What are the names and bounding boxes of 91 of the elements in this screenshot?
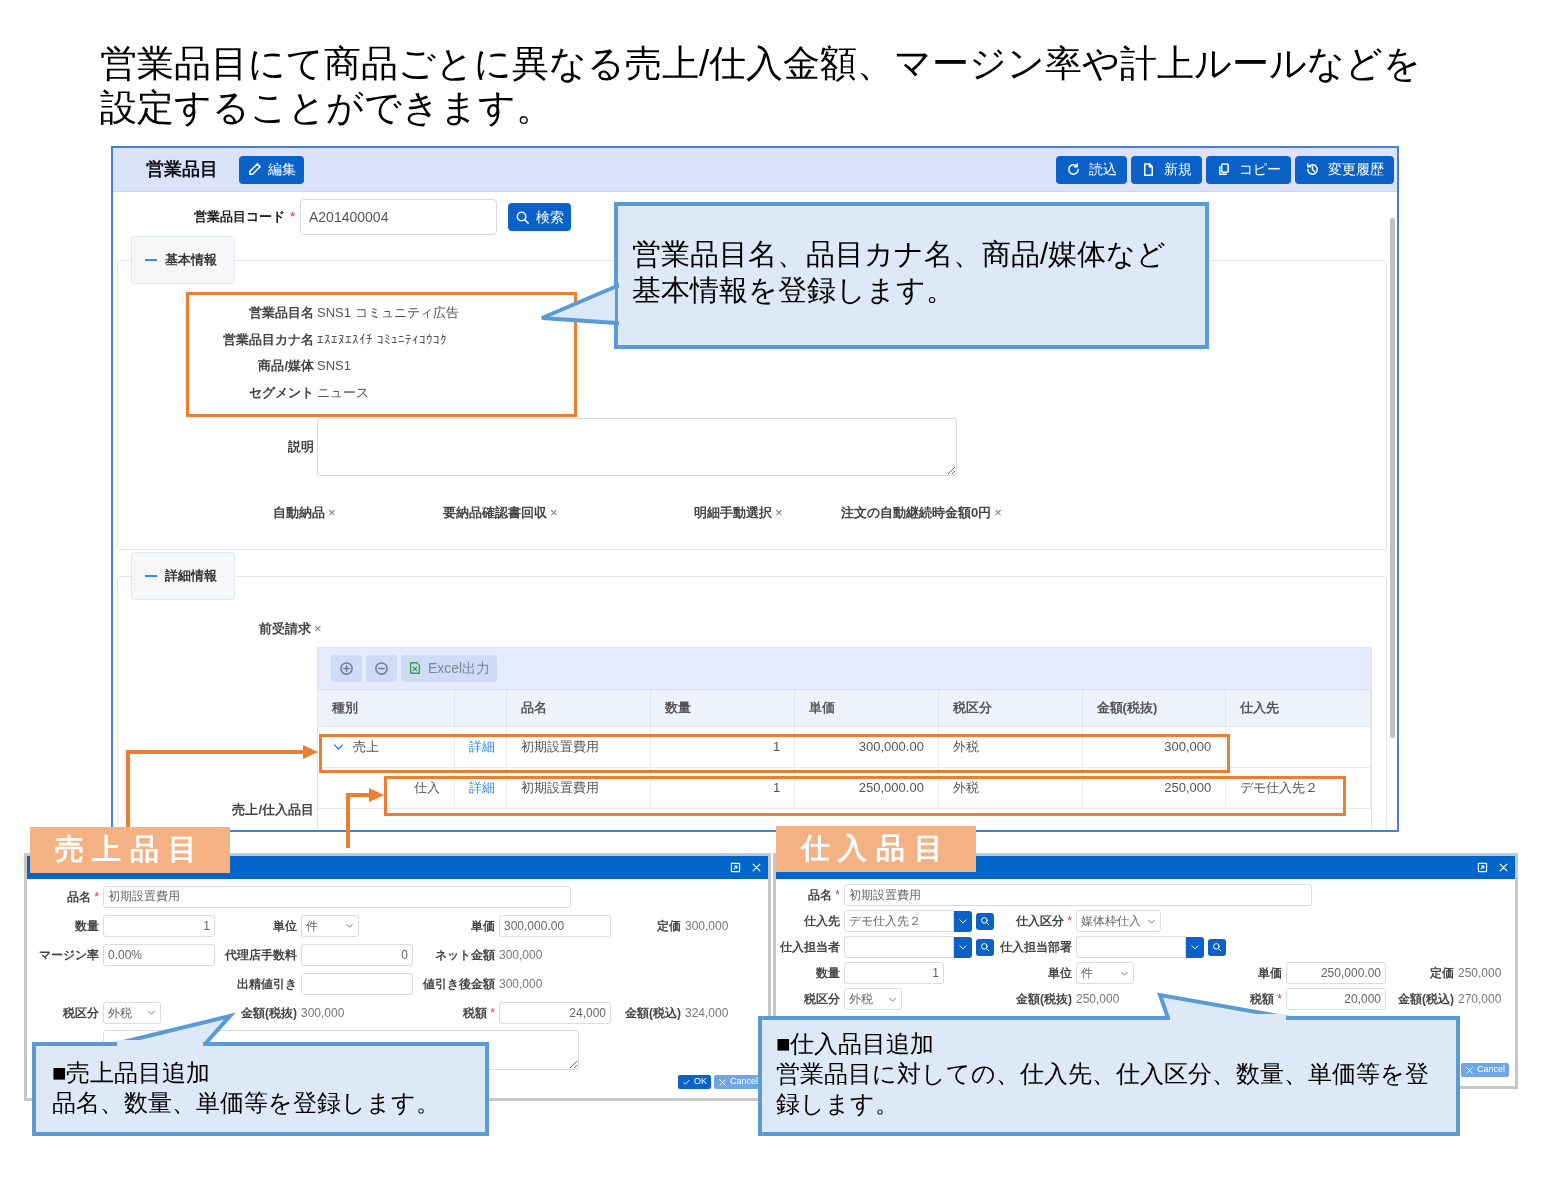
field-value: 270,000 bbox=[1458, 991, 1502, 1008]
table-cell-text: 300,000 bbox=[1164, 737, 1212, 756]
field-label: 数量 bbox=[75, 917, 99, 935]
field-label: 税額 bbox=[463, 1004, 488, 1022]
field-label: 要納品確認書回収 bbox=[443, 504, 547, 522]
field-label: 仕入先 bbox=[804, 913, 840, 930]
field-label: 定価 bbox=[657, 917, 681, 935]
table-cell-text: 初期設置費用 bbox=[520, 737, 599, 756]
field-label: 営業品目名 bbox=[248, 304, 314, 322]
field-label: 金額(税抜) bbox=[241, 1004, 297, 1022]
required-mark: * bbox=[289, 208, 295, 227]
section-tag: 仕入品目 bbox=[776, 826, 976, 872]
callout-text: 営業品目名、品目カナ名、商品/媒体など基本情報を登録します。 bbox=[632, 237, 1168, 308]
table-cell-text: 売上 bbox=[353, 737, 379, 756]
field-label: セグメント bbox=[248, 383, 314, 402]
field-value: 300,000 bbox=[499, 975, 543, 993]
field-label: 営業品目カナ名 bbox=[222, 330, 314, 349]
field-label: 仕入担当者 bbox=[780, 939, 840, 956]
column-header: 数量 bbox=[651, 689, 796, 726]
field-value: SNS1 bbox=[316, 357, 352, 375]
table-cell-text: 250,000.00 bbox=[858, 778, 924, 797]
field-value: 250,000 bbox=[1458, 965, 1502, 982]
column-header: 税区分 bbox=[938, 689, 1083, 726]
column-header: 単価 bbox=[795, 689, 939, 726]
field-label: 仕入担当部署 bbox=[1000, 939, 1072, 956]
table-cell-text: 仕入 bbox=[413, 778, 440, 797]
field-label: 注文の自動継続時金額0円 bbox=[841, 504, 992, 522]
flag-value: × bbox=[550, 504, 558, 522]
field-label: ネット金額 bbox=[435, 946, 495, 964]
field-value: SNS1 コミュニティ広告 bbox=[316, 304, 460, 322]
slide-heading: 営業品目にて商品ごとに異なる売上/仕入金額、マージン率や計上ルールなどを設定することができます。 bbox=[100, 42, 1423, 130]
required-mark: * bbox=[1067, 913, 1072, 930]
field-label: 前受請求 bbox=[259, 620, 311, 638]
field-label: 定価 bbox=[1430, 965, 1454, 982]
column-header: 品名 bbox=[506, 689, 652, 726]
field-label: 値引き後金額 bbox=[423, 975, 495, 993]
section-tag: 売上品目 bbox=[30, 827, 230, 873]
field-label: 商品/媒体 bbox=[257, 357, 314, 375]
field-label: 金額(税抜) bbox=[1016, 991, 1072, 1008]
table-cell-text: 外税 bbox=[952, 778, 979, 797]
callout-text: 品名、数量、単価等を登録します。 bbox=[52, 1088, 441, 1118]
field-label: 単位 bbox=[273, 917, 297, 935]
table-cell-text: 300,000.00 bbox=[858, 737, 924, 756]
field-value: 300,000 bbox=[685, 917, 729, 935]
field-value: ニュース bbox=[316, 383, 370, 402]
field-label: 売上/仕入品目 bbox=[232, 800, 314, 818]
table-cell-text: 初期設置費用 bbox=[520, 778, 599, 797]
field-label: 数量 bbox=[816, 965, 840, 982]
callout-text: 営業品目に対しての、仕入先、仕入区分、数量、単価等を登録します。 bbox=[776, 1059, 1430, 1119]
field-label: 営業品目コード bbox=[193, 208, 285, 227]
table-cell-text: 250,000 bbox=[1164, 778, 1212, 797]
field-label: 代理店手数料 bbox=[225, 946, 297, 964]
callout-title: ■売上品目追加 bbox=[52, 1058, 212, 1088]
field-label: 税区分 bbox=[63, 1004, 99, 1022]
field-label: 品名 bbox=[808, 887, 833, 904]
flag-value: × bbox=[775, 504, 783, 522]
callout-title: ■仕入品目追加 bbox=[776, 1029, 936, 1059]
column-header: 金額(税抜) bbox=[1082, 689, 1227, 726]
field-label: 単価 bbox=[471, 917, 495, 935]
field-label: 単価 bbox=[1258, 965, 1282, 982]
required-mark: * bbox=[835, 887, 840, 904]
required-mark: * bbox=[1277, 991, 1282, 1008]
field-label: 金額(税込) bbox=[625, 1004, 681, 1022]
field-value: 300,000 bbox=[499, 946, 543, 964]
field-label: マージン率 bbox=[39, 946, 99, 964]
field-value: 324,000 bbox=[685, 1004, 729, 1022]
page-title: 営業品目 bbox=[146, 158, 218, 181]
field-label: 単位 bbox=[1048, 965, 1072, 982]
column-header: 種別 bbox=[318, 689, 455, 726]
flag-value: × bbox=[994, 504, 1002, 522]
required-mark: * bbox=[94, 888, 99, 906]
table-cell-text: 1 bbox=[772, 778, 781, 797]
table-cell-text: 外税 bbox=[952, 737, 979, 756]
field-label: 明細手動選択 bbox=[694, 504, 772, 522]
field-value: ｴｽｴﾇｴｽｲﾁ ｺﾐｭﾆﾃｨｺｳｺｸ bbox=[316, 330, 448, 349]
field-label: 税額 bbox=[1250, 991, 1275, 1008]
required-mark: * bbox=[490, 1004, 495, 1022]
field-value: 300,000 bbox=[301, 1004, 345, 1022]
flag-value: × bbox=[328, 504, 336, 522]
field-label: 品名 bbox=[67, 888, 92, 906]
field-label: 出精値引き bbox=[237, 975, 297, 993]
table-cell-text: 1 bbox=[772, 737, 781, 756]
flag-value: × bbox=[314, 620, 322, 638]
field-value: 250,000 bbox=[1076, 991, 1120, 1008]
table-cell-text: デモ仕入先２ bbox=[1240, 778, 1319, 797]
field-label: 仕入区分 bbox=[1016, 913, 1065, 930]
column-header: 仕入先 bbox=[1226, 689, 1371, 726]
field-label: 説明 bbox=[287, 438, 314, 457]
field-label: 税区分 bbox=[804, 991, 840, 1008]
field-label: 金額(税込) bbox=[1398, 991, 1454, 1008]
field-label: 自動納品 bbox=[273, 504, 325, 522]
